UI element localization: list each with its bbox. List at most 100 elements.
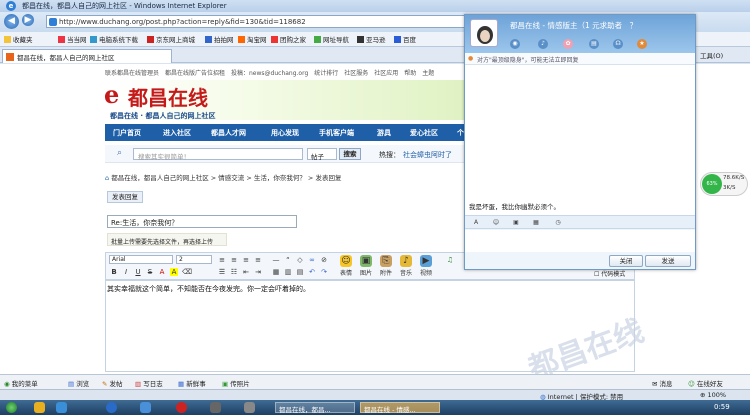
bottom-photo[interactable]: ▣ 传照片 bbox=[222, 378, 250, 388]
fav-link-baidu[interactable]: 百度 bbox=[394, 34, 416, 44]
fav-link-amazon[interactable]: 亚马逊 bbox=[357, 34, 386, 44]
align-right-icon[interactable]: ≡ bbox=[242, 256, 250, 264]
italic-icon[interactable]: I bbox=[122, 268, 130, 276]
avatar[interactable] bbox=[470, 19, 498, 47]
sub-icon[interactable]: ▥ bbox=[284, 268, 292, 276]
breadcrumb[interactable]: ⌂ 都昌在线，都昌人自己的网上社区 > 情感交流 > 生活，你奈我何？ > 发表… bbox=[105, 172, 465, 182]
nav-games[interactable]: 游具 bbox=[377, 128, 391, 138]
fav-link-tuangou[interactable]: 团购之家 bbox=[271, 34, 306, 44]
qq-voice-icon[interactable]: ♪ bbox=[538, 39, 548, 49]
search-button[interactable]: 搜索 bbox=[339, 148, 361, 160]
address-bar[interactable]: http://www.duchang.org/post.php?action=r… bbox=[46, 15, 466, 28]
qq-shake-icon[interactable]: ▣ bbox=[511, 218, 521, 228]
subject-input[interactable]: Re:生活，你奈我何？ bbox=[107, 215, 297, 228]
music-button[interactable]: ♪ 音乐 bbox=[398, 255, 414, 279]
link-icon[interactable]: ∞ bbox=[308, 256, 316, 264]
qq-emoji-icon[interactable]: ☺ bbox=[491, 218, 501, 228]
table-icon[interactable]: ▦ bbox=[272, 268, 280, 276]
qq-close-button[interactable]: 关闭 bbox=[609, 255, 643, 267]
qq-headset-icon[interactable]: ☊ bbox=[613, 39, 623, 49]
qq-image-icon[interactable]: ▦ bbox=[531, 218, 541, 228]
size-select[interactable]: 2 bbox=[176, 255, 212, 264]
network-speed-widget[interactable]: 63% 78.6K/S 3K/S bbox=[700, 172, 748, 196]
qq-bunny-icon[interactable]: ✿ bbox=[563, 39, 573, 49]
highlight-icon[interactable]: A bbox=[170, 268, 178, 276]
zoom-control[interactable]: ⊕ 100% bbox=[700, 391, 726, 399]
eraser-icon[interactable]: ⌫ bbox=[182, 268, 192, 276]
bottom-diary[interactable]: ▥ 写日志 bbox=[135, 378, 163, 388]
nav-home[interactable]: 门户首页 bbox=[113, 128, 141, 138]
attachment-button[interactable]: ⎘ 附件 bbox=[378, 255, 394, 279]
bottom-browse[interactable]: ▤ 浏览 bbox=[68, 378, 89, 388]
align-left-icon[interactable]: ≡ bbox=[218, 256, 226, 264]
qq-app-icon[interactable]: ★ bbox=[637, 39, 647, 49]
hot-search-link[interactable]: 社会蟑虫阿时了 bbox=[403, 150, 452, 160]
taskbar-app2-icon[interactable] bbox=[244, 402, 255, 413]
nav-charity[interactable]: 爱心社区 bbox=[410, 128, 438, 138]
fav-link-jd[interactable]: 京东网上商城 bbox=[147, 34, 195, 44]
start-button-icon[interactable] bbox=[6, 402, 17, 413]
tools-menu[interactable]: 工具(O) bbox=[700, 50, 723, 60]
code-icon[interactable]: ◇ bbox=[296, 256, 304, 264]
taskbar-task-qq[interactable]: 都昌在线 - 情感... bbox=[360, 402, 440, 414]
qq-history-icon[interactable]: ◷ bbox=[553, 218, 563, 228]
tab-reply[interactable]: 发表回复 bbox=[107, 191, 143, 203]
bottom-post[interactable]: ✎ 发帖 bbox=[102, 378, 123, 388]
qq-video-icon[interactable]: ◉ bbox=[510, 39, 520, 49]
unordered-list-icon[interactable]: ☷ bbox=[230, 268, 238, 276]
image-button[interactable]: ▣ 图片 bbox=[358, 255, 374, 279]
taskbar-bird-icon[interactable] bbox=[140, 402, 151, 413]
taskbar-app-icon[interactable] bbox=[210, 402, 221, 413]
fav-link-paipai[interactable]: 拍拍网 bbox=[205, 34, 234, 44]
fav-link-dangdang[interactable]: 当当网 bbox=[58, 34, 87, 44]
fav-link-xitong[interactable]: 电脑系统下载 bbox=[90, 34, 138, 44]
taskbar-folder-icon[interactable] bbox=[34, 402, 45, 413]
bold-icon[interactable]: B bbox=[110, 268, 118, 276]
flash-icon[interactable]: ♫ bbox=[446, 256, 454, 264]
video-button[interactable]: ▶ 视频 bbox=[418, 255, 434, 279]
indent-icon[interactable]: ⇥ bbox=[254, 268, 262, 276]
code-mode-toggle[interactable]: ☐ 代码模式 bbox=[594, 269, 625, 278]
quote-icon[interactable]: “ bbox=[284, 256, 292, 264]
emoji-button[interactable]: ☺ 表情 bbox=[338, 255, 354, 279]
strike-icon[interactable]: S bbox=[146, 268, 154, 276]
taskbar-task-ie[interactable]: 都昌在线，都昌... bbox=[275, 402, 355, 414]
taskbar-player-icon[interactable] bbox=[176, 402, 187, 413]
qq-message-input[interactable] bbox=[465, 230, 695, 252]
bottom-messages[interactable]: ✉ 消息 bbox=[652, 378, 673, 388]
nav-more[interactable]: 个 bbox=[457, 128, 464, 138]
nav-jobs[interactable]: 都昌人才网 bbox=[211, 128, 246, 138]
redo-icon[interactable]: ↷ bbox=[320, 268, 328, 276]
sup-icon[interactable]: ▤ bbox=[296, 268, 304, 276]
undo-icon[interactable]: ↶ bbox=[308, 268, 316, 276]
search-input[interactable]: 搜索其实很简单！ bbox=[133, 148, 303, 161]
bottom-news[interactable]: ▦ 新鲜事 bbox=[178, 378, 206, 388]
fav-link-daohang[interactable]: 网址导航 bbox=[314, 34, 349, 44]
taskbar-search-icon[interactable] bbox=[106, 402, 117, 413]
bottom-online-friends[interactable]: ☺ 在线好友 bbox=[688, 378, 723, 388]
hr-icon[interactable]: — bbox=[272, 256, 280, 264]
align-justify-icon[interactable]: ≡ bbox=[254, 256, 262, 264]
site-top-links[interactable]: 联系都昌在线管理员 都昌在线版广告位招租 投稿：news@duchang.org… bbox=[105, 68, 465, 77]
qq-file-icon[interactable]: ▤ bbox=[589, 39, 599, 49]
back-button[interactable]: ◀ bbox=[4, 14, 19, 29]
qq-font-icon[interactable]: A bbox=[471, 218, 481, 228]
nav-discover[interactable]: 用心发现 bbox=[271, 128, 299, 138]
outdent-icon[interactable]: ⇤ bbox=[242, 268, 250, 276]
font-select[interactable]: Arial bbox=[109, 255, 173, 264]
taskbar-ie-icon[interactable] bbox=[56, 402, 67, 413]
search-scope-select[interactable]: 帖子 bbox=[307, 148, 337, 161]
qq-send-button[interactable]: 发送 bbox=[645, 255, 691, 267]
bottom-my-menu[interactable]: ◉ 我的菜单 bbox=[4, 378, 38, 388]
nav-community[interactable]: 进入社区 bbox=[163, 128, 191, 138]
ordered-list-icon[interactable]: ☰ bbox=[218, 268, 226, 276]
favorites-button[interactable]: 收藏夹 bbox=[4, 34, 33, 44]
tab-duchang[interactable]: 都昌在线，都昌人自己的网上社区 bbox=[2, 49, 172, 63]
text-color-icon[interactable]: A bbox=[158, 268, 166, 276]
nav-mobile[interactable]: 手机客户端 bbox=[319, 128, 354, 138]
forward-button[interactable]: ▶ bbox=[22, 14, 34, 26]
underline-icon[interactable]: U bbox=[134, 268, 142, 276]
align-center-icon[interactable]: ≡ bbox=[230, 256, 238, 264]
fav-link-taobao[interactable]: 淘宝网 bbox=[238, 34, 267, 44]
unlink-icon[interactable]: ⊘ bbox=[320, 256, 328, 264]
